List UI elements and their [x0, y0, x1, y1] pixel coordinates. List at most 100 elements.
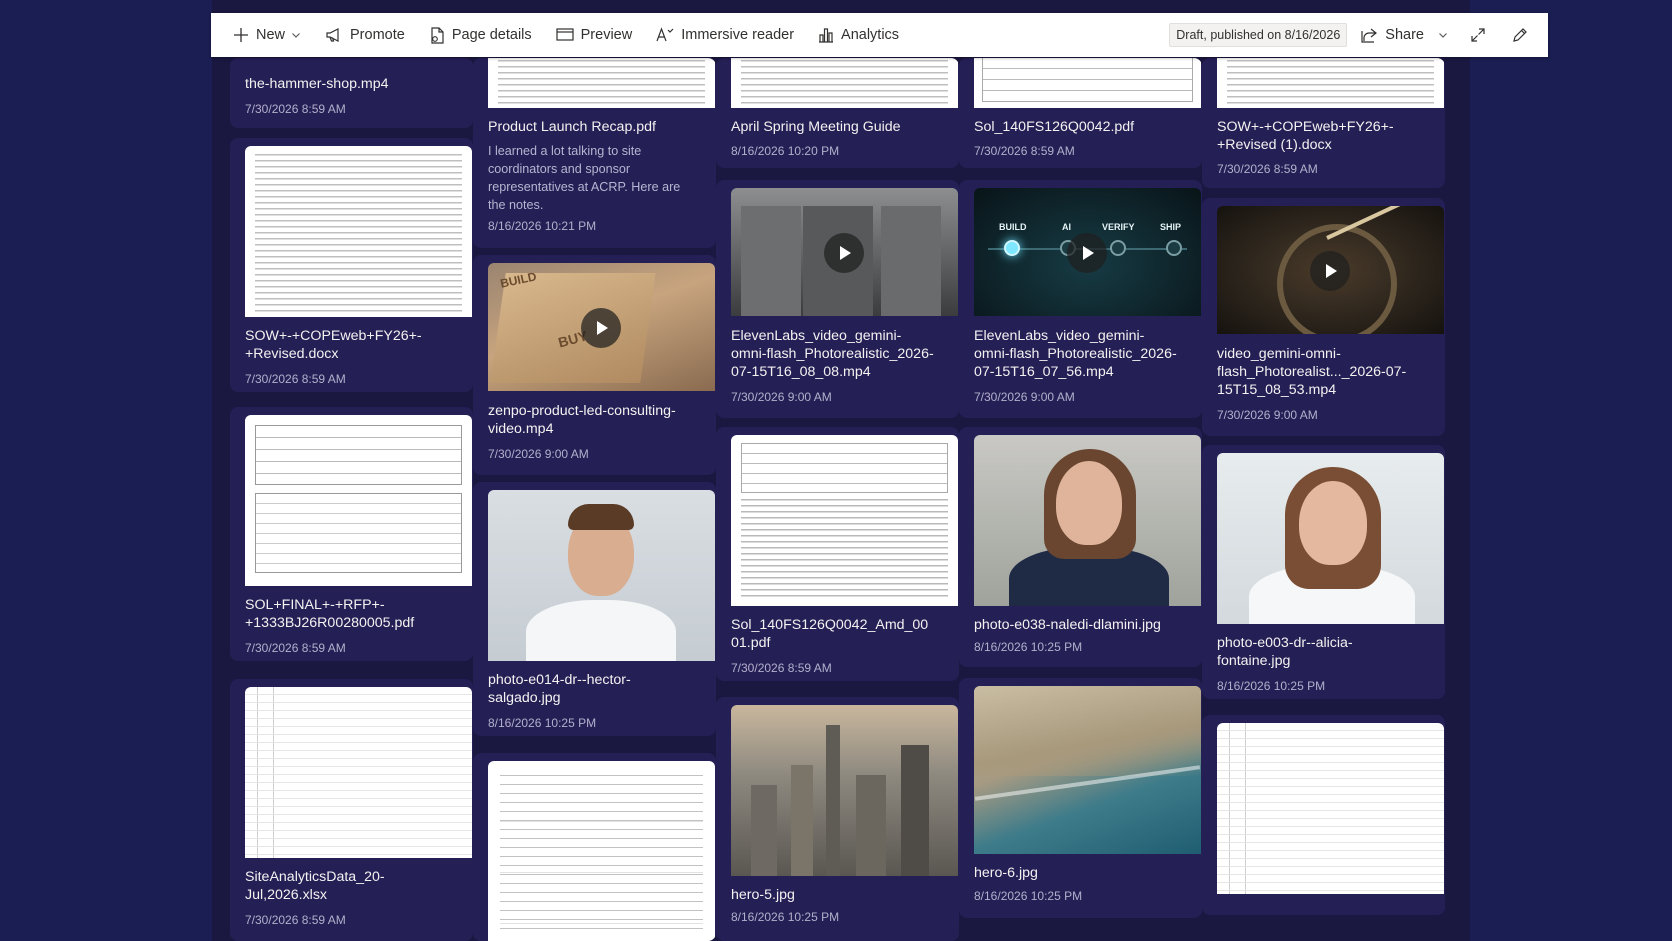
pipeline-node	[1110, 240, 1126, 256]
file-card-hector-salgado[interactable]: photo-e014-dr--hector-salgado.jpg 8/16/2…	[473, 482, 716, 736]
document-thumbnail	[488, 761, 715, 941]
file-title: hero-5.jpg	[731, 887, 795, 903]
file-card-zenpo-video[interactable]: BUILD BUY zenpo-product-led-consulting-v…	[473, 255, 716, 475]
document-thumbnail	[974, 58, 1201, 108]
file-card-naledi-dlamini[interactable]: photo-e038-naledi-dlamini.jpg 8/16/2026 …	[959, 427, 1202, 667]
document-thumbnail	[1217, 58, 1444, 108]
file-date: 8/16/2026 10:25 PM	[731, 910, 840, 924]
share-label: Share	[1385, 27, 1424, 43]
file-title: ElevenLabs_video_gemini-omni-flash_Photo…	[731, 328, 934, 380]
file-title: video_gemini-omni-flash_Photorealist..._…	[1217, 346, 1407, 398]
file-title: photo-e003-dr--alicia-fontaine.jpg	[1217, 635, 1353, 669]
share-button[interactable]: Share	[1361, 13, 1448, 57]
video-thumbnail: BUILD AI VERIFY SHIP	[974, 188, 1201, 316]
new-button[interactable]: New	[233, 13, 301, 57]
pipeline-label: BUILD	[999, 222, 1027, 232]
spreadsheet-thumbnail	[1217, 723, 1444, 894]
play-icon[interactable]	[581, 308, 621, 348]
photo-thumbnail	[974, 686, 1201, 854]
photo-thumbnail	[974, 435, 1201, 606]
file-card-elevenlabs-video-1[interactable]: ElevenLabs_video_gemini-omni-flash_Photo…	[716, 180, 959, 418]
share-icon	[1361, 28, 1378, 43]
chevron-down-icon	[1439, 33, 1447, 38]
pipeline-label: VERIFY	[1102, 222, 1135, 232]
video-thumbnail	[1217, 206, 1444, 334]
file-card-hero-5[interactable]: hero-5.jpg 8/16/2026 10:25 PM	[716, 697, 959, 941]
file-card-hammer-shop[interactable]: the-hammer-shop.mp4 7/30/2026 8:59 AM	[230, 58, 473, 128]
play-icon[interactable]	[1310, 251, 1350, 291]
expand-icon	[1471, 28, 1485, 42]
file-date: 7/30/2026 8:59 AM	[245, 913, 346, 927]
file-date: 7/30/2026 8:59 AM	[731, 661, 832, 675]
file-card-sol-final-rfp[interactable]: SOL+FINAL+-+RFP+-+1333BJ26R00280005.pdf …	[230, 407, 473, 661]
file-card-spreadsheet[interactable]	[1202, 715, 1445, 915]
file-card-hero-6[interactable]: hero-6.jpg 8/16/2026 10:25 PM	[959, 678, 1202, 918]
play-icon[interactable]	[824, 233, 864, 273]
file-card-sol-amd-0001[interactable]: Sol_140FS126Q0042_Amd_0001.pdf 7/30/2026…	[716, 427, 959, 681]
photo-thumbnail	[1217, 453, 1444, 624]
video-thumbnail: BUILD BUY	[488, 263, 715, 391]
person-face	[1299, 481, 1367, 565]
document-thumbnail	[245, 415, 472, 586]
analytics-label: Analytics	[841, 27, 900, 43]
file-card-product-launch-recap[interactable]: Product Launch Recap.pdf I learned a lot…	[473, 58, 716, 248]
file-grid: the-hammer-shop.mp4 7/30/2026 8:59 AM SO…	[0, 0, 1672, 941]
file-date: 7/30/2026 8:59 AM	[1217, 162, 1318, 176]
chevron-down-icon	[292, 33, 300, 38]
file-date: 8/16/2026 10:25 PM	[974, 889, 1083, 903]
analytics-button[interactable]: Analytics	[818, 13, 899, 57]
video-thumbnail	[731, 188, 958, 316]
file-card-sow-revised-1[interactable]: SOW+-+COPEweb+FY26+-+Revised (1).docx 7/…	[1202, 58, 1445, 188]
file-date: 7/30/2026 8:59 AM	[974, 144, 1075, 158]
file-date: 7/30/2026 9:00 AM	[1217, 408, 1318, 422]
page-settings-icon	[431, 26, 444, 44]
document-thumbnail	[731, 58, 958, 108]
photo-thumbnail	[488, 490, 715, 661]
person-face	[1056, 461, 1122, 545]
preview-button[interactable]: Preview	[556, 13, 632, 57]
spreadsheet-thumbnail	[245, 687, 472, 858]
promote-label: Promote	[350, 27, 405, 43]
pipeline-label: SHIP	[1160, 222, 1182, 232]
file-title: Product Launch Recap.pdf	[488, 119, 656, 135]
pipeline-node	[1166, 240, 1182, 256]
file-card-sow-revised[interactable]: SOW+-+COPEweb+FY26+-+Revised.docx 7/30/2…	[230, 138, 473, 392]
preview-icon	[556, 28, 574, 41]
file-date: 7/30/2026 8:59 AM	[245, 102, 346, 116]
document-thumbnail	[245, 146, 472, 317]
promote-button[interactable]: Promote	[325, 13, 405, 57]
file-card-sol-140fs[interactable]: Sol_140FS126Q0042.pdf 7/30/2026 8:59 AM	[959, 58, 1202, 168]
file-card-site-analytics[interactable]: SiteAnalyticsData_20-Jul,2026.xlsx 7/30/…	[230, 679, 473, 941]
file-title: the-hammer-shop.mp4	[245, 76, 389, 92]
file-date: 7/30/2026 9:00 AM	[488, 447, 589, 461]
play-icon[interactable]	[1067, 233, 1107, 273]
file-title: photo-e038-naledi-dlamini.jpg	[974, 617, 1161, 633]
plus-icon	[234, 28, 248, 42]
file-title: zenpo-product-led-consulting-video.mp4	[488, 403, 676, 437]
file-card-table-document[interactable]	[473, 753, 716, 941]
pipeline-node	[1004, 240, 1020, 256]
document-thumbnail	[731, 435, 958, 606]
file-card-alicia-fontaine[interactable]: photo-e003-dr--alicia-fontaine.jpg 8/16/…	[1202, 445, 1445, 699]
file-card-april-spring-guide[interactable]: April Spring Meeting Guide 8/16/2026 10:…	[716, 58, 959, 168]
expand-button[interactable]	[1462, 19, 1494, 51]
file-title: photo-e014-dr--hector-salgado.jpg	[488, 672, 631, 706]
megaphone-icon	[326, 28, 339, 42]
file-title: ElevenLabs_video_gemini-omni-flash_Photo…	[974, 328, 1177, 380]
file-title: SiteAnalyticsData_20-Jul,2026.xlsx	[245, 869, 385, 903]
file-date: 8/16/2026 10:25 PM	[1217, 679, 1326, 693]
file-card-elevenlabs-video-2[interactable]: BUILD AI VERIFY SHIP ElevenLabs_video_ge…	[959, 180, 1202, 418]
file-date: 7/30/2026 9:00 AM	[974, 390, 1075, 404]
analytics-icon	[819, 28, 834, 43]
file-card-gemini-video[interactable]: video_gemini-omni-flash_Photorealist..._…	[1202, 198, 1445, 436]
pipeline-label: AI	[1062, 222, 1071, 232]
page-details-button[interactable]: Page details	[429, 13, 532, 57]
file-date: 8/16/2026 10:25 PM	[488, 716, 597, 730]
file-date: 7/30/2026 9:00 AM	[731, 390, 832, 404]
file-title: SOW+-+COPEweb+FY26+-+Revised.docx	[245, 328, 422, 362]
new-label: New	[256, 27, 286, 43]
person-body	[526, 600, 676, 661]
immersive-reader-button[interactable]: Immersive reader	[656, 13, 794, 57]
edit-button[interactable]	[1504, 19, 1536, 51]
file-title: Sol_140FS126Q0042.pdf	[974, 119, 1135, 135]
